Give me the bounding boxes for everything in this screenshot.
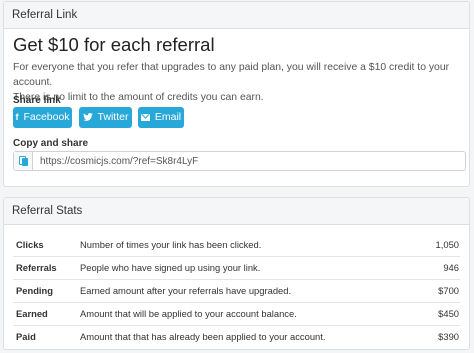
stats-row-value: $450 [400, 302, 460, 326]
referral-description-line-2: There is no limit to the amount of credi… [13, 92, 264, 103]
referral-url-input[interactable] [40, 152, 460, 170]
referral-stats-table: Clicks Number of times your link has bee… [13, 233, 460, 348]
clipboard-icon-back [22, 158, 28, 166]
referral-description: For everyone that you refer that upgrade… [13, 60, 465, 105]
twitter-share-button[interactable]: Twitter [79, 107, 132, 128]
stats-row-value: $390 [438, 331, 459, 343]
stats-row-label: Pending [13, 279, 80, 303]
stats-row-value: 946 [400, 256, 460, 280]
facebook-button-label: Facebook [23, 111, 70, 123]
stats-row-label: Clicks [13, 233, 80, 257]
stats-row-description: Amount that will be applied to your acco… [80, 302, 400, 326]
stats-row-value: 1,050 [400, 233, 460, 257]
twitter-icon [82, 107, 93, 128]
stats-row-value: $700 [400, 279, 460, 303]
email-button-label: Email [154, 111, 182, 123]
referral-stats-header: Referral Stats [4, 198, 469, 225]
stats-row-description: Amount that that has already been applie… [80, 331, 326, 343]
stats-row-description: People who have signed up using your lin… [80, 256, 400, 280]
stats-row-referrals: Referrals People who have signed up usin… [13, 256, 460, 280]
stats-row-description: Earned amount after your referrals have … [80, 279, 400, 303]
referral-url-field [13, 151, 466, 171]
copy-and-share-label: Copy and share [13, 138, 89, 149]
facebook-icon: f [15, 112, 19, 122]
referral-link-header: Referral Link [4, 2, 469, 29]
referral-link-card: Referral Link Get $10 for each referral … [3, 1, 470, 187]
stats-row-earned: Earned Amount that will be applied to yo… [13, 302, 460, 326]
stats-row-clicks: Clicks Number of times your link has bee… [13, 233, 460, 257]
stats-row-pending: Pending Earned amount after your referra… [13, 279, 460, 303]
stats-row-label: Earned [13, 302, 80, 326]
stats-row-paid: Paid Amount that that has already been a… [13, 325, 460, 348]
envelope-icon [140, 114, 150, 121]
share-link-label: Share link [13, 95, 61, 106]
stats-row-label: Paid [16, 331, 36, 343]
copy-to-clipboard-button[interactable] [14, 152, 33, 170]
referral-description-line-1: For everyone that you refer that upgrade… [13, 62, 450, 88]
referral-headline: Get $10 for each referral [13, 34, 215, 55]
stats-row-label: Referrals [13, 256, 80, 280]
facebook-share-button[interactable]: f Facebook [13, 107, 72, 128]
stats-row-description: Number of times your link has been click… [80, 233, 400, 257]
twitter-button-label: Twitter [97, 111, 129, 123]
email-share-button[interactable]: Email [138, 107, 184, 128]
referral-stats-card: Referral Stats Clicks Number of times yo… [3, 197, 470, 350]
